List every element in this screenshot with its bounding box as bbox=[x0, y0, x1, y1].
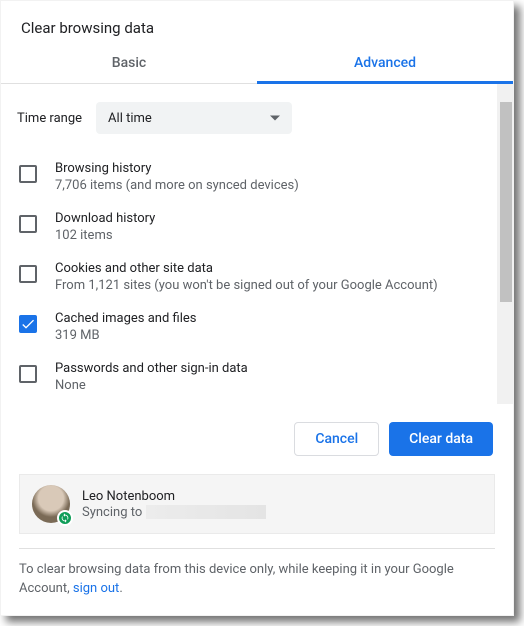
dialog-body: Time range All time Browsing history 7,70… bbox=[1, 84, 513, 404]
checkbox[interactable] bbox=[19, 315, 37, 333]
time-range-label: Time range bbox=[17, 111, 82, 126]
list-item: Cached images and files 319 MB bbox=[17, 302, 489, 352]
item-title: Download history bbox=[55, 211, 155, 226]
item-text: Browsing history 7,706 items (and more on… bbox=[55, 161, 299, 193]
account-name: Leo Notenboom bbox=[82, 489, 266, 504]
cancel-button[interactable]: Cancel bbox=[294, 422, 379, 456]
list-item: Browsing history 7,706 items (and more on… bbox=[17, 152, 489, 202]
scrollbar-thumb[interactable] bbox=[500, 102, 512, 302]
checkbox[interactable] bbox=[19, 365, 37, 383]
clear-data-button[interactable]: Clear data bbox=[389, 422, 493, 456]
dialog-title: Clear browsing data bbox=[1, 1, 513, 41]
time-range-value: All time bbox=[108, 111, 152, 126]
list-item: Download history 102 items bbox=[17, 202, 489, 252]
sign-out-link[interactable]: sign out bbox=[73, 581, 119, 596]
item-subtitle: None bbox=[55, 378, 248, 393]
avatar bbox=[32, 485, 70, 523]
time-range-select[interactable]: All time bbox=[96, 102, 292, 134]
list-item: Cookies and other site data From 1,121 si… bbox=[17, 252, 489, 302]
list-item: Passwords and other sign-in data None bbox=[17, 352, 489, 402]
redacted-email bbox=[146, 505, 266, 519]
item-title: Passwords and other sign-in data bbox=[55, 361, 248, 376]
item-text: Cookies and other site data From 1,121 si… bbox=[55, 261, 438, 293]
tab-advanced[interactable]: Advanced bbox=[257, 41, 513, 83]
checkbox[interactable] bbox=[19, 165, 37, 183]
item-subtitle: From 1,121 sites (you won't be signed ou… bbox=[55, 278, 438, 293]
tabs: Basic Advanced bbox=[1, 41, 513, 84]
tab-basic[interactable]: Basic bbox=[1, 41, 257, 83]
checkbox[interactable] bbox=[19, 265, 37, 283]
item-subtitle: 102 items bbox=[55, 228, 155, 243]
account-sync-line: Syncing to bbox=[82, 505, 266, 520]
item-text: Download history 102 items bbox=[55, 211, 155, 243]
clear-browsing-data-dialog: Clear browsing data Basic Advanced Time … bbox=[0, 0, 514, 616]
item-subtitle: 7,706 items (and more on synced devices) bbox=[55, 178, 299, 193]
dialog-actions: Cancel Clear data bbox=[1, 404, 513, 474]
item-text: Cached images and files 319 MB bbox=[55, 311, 196, 343]
divider bbox=[19, 548, 495, 549]
scroll-area[interactable]: Time range All time Browsing history 7,70… bbox=[1, 84, 513, 404]
footnote: To clear browsing data from this device … bbox=[1, 561, 513, 615]
checkbox[interactable] bbox=[19, 215, 37, 233]
scrollbar[interactable] bbox=[497, 84, 513, 404]
item-title: Cached images and files bbox=[55, 311, 196, 326]
sync-icon bbox=[57, 510, 73, 526]
item-subtitle: 319 MB bbox=[55, 328, 196, 343]
account-text: Leo Notenboom Syncing to bbox=[82, 489, 266, 520]
footnote-after: . bbox=[119, 581, 122, 596]
item-text: Passwords and other sign-in data None bbox=[55, 361, 248, 393]
account-box: Leo Notenboom Syncing to bbox=[19, 474, 495, 534]
chevron-down-icon bbox=[270, 111, 280, 126]
item-title: Cookies and other site data bbox=[55, 261, 438, 276]
list-item: Autofill form data bbox=[17, 402, 489, 404]
time-range-row: Time range All time bbox=[17, 98, 489, 152]
account-sync-prefix: Syncing to bbox=[82, 505, 142, 520]
item-title: Browsing history bbox=[55, 161, 299, 176]
